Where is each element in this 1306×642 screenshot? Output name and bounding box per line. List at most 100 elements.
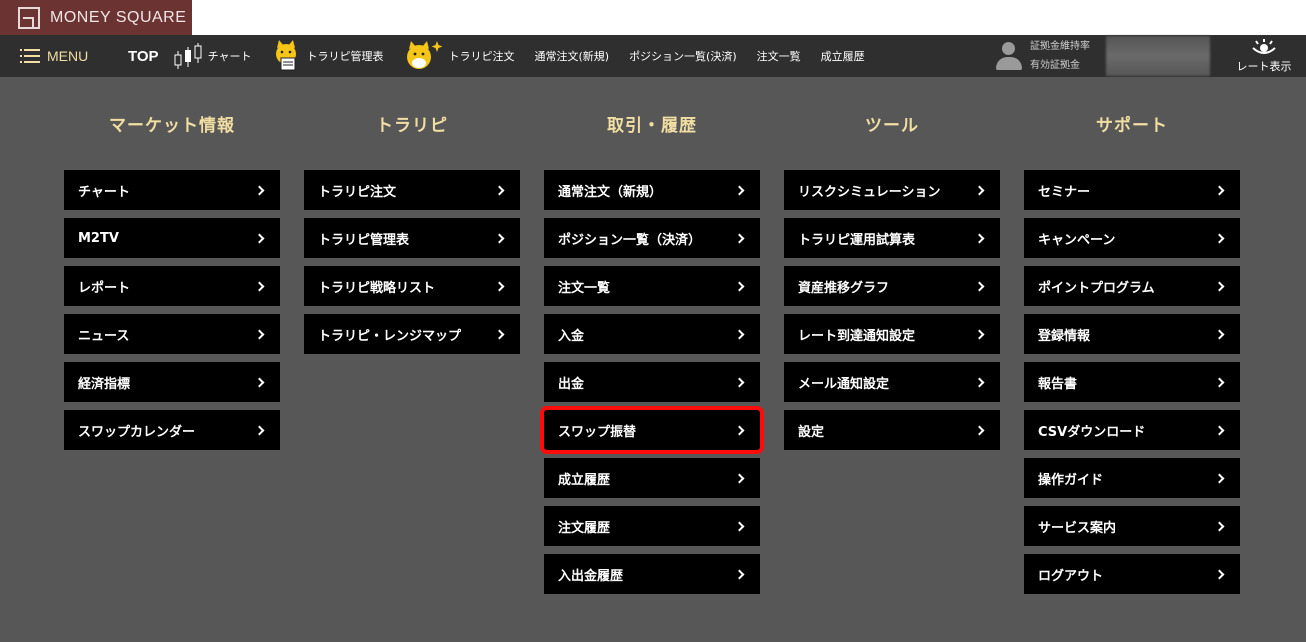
nav-position-list[interactable]: ポジション一覧(決済): [629, 35, 737, 77]
nav-trarepeat-management-label: トラリピ管理表: [306, 50, 384, 63]
menu-item-rate-alert-settings[interactable]: レート到達通知設定: [784, 314, 1000, 354]
menu-label: MENU: [47, 48, 89, 64]
menu-item-trarepeat-order[interactable]: トラリピ注文: [304, 170, 520, 210]
column-title: サポート: [1096, 116, 1168, 136]
user-avatar-icon: [994, 40, 1024, 72]
menu-button[interactable]: MENU: [0, 35, 112, 77]
chevron-right-icon: [1214, 329, 1225, 339]
menu-item-label: 経済指標: [78, 376, 131, 392]
nav-top-label: TOP: [128, 47, 159, 65]
menu-item-trarepeat-calculator[interactable]: トラリピ運用試算表: [784, 218, 1000, 258]
chevron-right-icon: [254, 281, 265, 291]
column-title: マーケット情報: [109, 116, 235, 136]
menu-item-label: ポジション一覧（決済）: [558, 232, 702, 248]
brand-logo[interactable]: MONEY SQUARE: [0, 0, 192, 35]
mascot-sparkle-icon: [403, 39, 443, 73]
chevron-right-icon: [974, 185, 985, 195]
menu-item-label: トラリピ・レンジマップ: [318, 328, 462, 344]
chevron-right-icon: [734, 473, 745, 483]
column-tools: ツール リスクシミュレーション トラリピ運用試算表 資産推移グラフ レート到達通…: [784, 114, 1000, 458]
chevron-right-icon: [974, 281, 985, 291]
menu-item-m2tv[interactable]: M2TV: [64, 218, 280, 258]
menu-item-asset-graph[interactable]: 資産推移グラフ: [784, 266, 1000, 306]
menu-item-order-list[interactable]: 注文一覧: [544, 266, 760, 306]
nav-position-list-label: ポジション一覧(決済): [629, 50, 737, 63]
column-market-info: マーケット情報 チャート M2TV レポート ニュース 経済指標 スワップカレン…: [64, 114, 280, 458]
nav-new-order[interactable]: 通常注文(新規): [534, 35, 609, 77]
menu-item-reports[interactable]: 報告書: [1024, 362, 1240, 402]
menu-item-operation-guide[interactable]: 操作ガイド: [1024, 458, 1240, 498]
menu-item-risk-simulation[interactable]: リスクシミュレーション: [784, 170, 1000, 210]
rate-display-button[interactable]: レート表示: [1222, 35, 1306, 77]
menu-item-chart[interactable]: チャート: [64, 170, 280, 210]
chevron-right-icon: [734, 185, 745, 195]
account-summary[interactable]: 証拠金維持率 有効証拠金: [994, 35, 1090, 77]
nav-order-list[interactable]: 注文一覧: [757, 35, 801, 77]
chevron-right-icon: [494, 233, 505, 243]
menu-item-swap-calendar[interactable]: スワップカレンダー: [64, 410, 280, 450]
menu-item-deposit[interactable]: 入金: [544, 314, 760, 354]
nav-chart[interactable]: チャート: [173, 35, 252, 77]
chevron-right-icon: [1214, 425, 1225, 435]
menu-item-label: サービス案内: [1038, 520, 1117, 536]
menu-item-economic-indicators[interactable]: 経済指標: [64, 362, 280, 402]
menu-item-mail-settings[interactable]: メール通知設定: [784, 362, 1000, 402]
effective-margin-label: 有効証拠金: [1030, 60, 1080, 71]
nav-trarepeat-management[interactable]: トラリピ管理表: [271, 35, 383, 77]
column-trarepeat: トラリピ トラリピ注文 トラリピ管理表 トラリピ戦略リスト トラリピ・レンジマッ…: [304, 114, 520, 362]
menu-item-swap-transfer[interactable]: スワップ振替: [540, 406, 764, 454]
chevron-right-icon: [734, 233, 745, 243]
menu-item-label: トラリピ戦略リスト: [318, 280, 436, 296]
nav-top[interactable]: TOP: [128, 35, 159, 77]
menu-item-news[interactable]: ニュース: [64, 314, 280, 354]
chevron-right-icon: [734, 281, 745, 291]
menu-item-seminar[interactable]: セミナー: [1024, 170, 1240, 210]
menu-item-order-history[interactable]: 注文履歴: [544, 506, 760, 546]
menu-item-trarepeat-range-map[interactable]: トラリピ・レンジマップ: [304, 314, 520, 354]
menu-item-point-program[interactable]: ポイントプログラム: [1024, 266, 1240, 306]
menu-item-label: 出金: [558, 376, 585, 392]
menu-item-label: ポイントプログラム: [1038, 280, 1155, 296]
chevron-right-icon: [1214, 233, 1225, 243]
menu-item-report[interactable]: レポート: [64, 266, 280, 306]
menu-item-settings[interactable]: 設定: [784, 410, 1000, 450]
chevron-right-icon: [494, 185, 505, 195]
chevron-right-icon: [1214, 377, 1225, 387]
menu-item-label: スワップ振替: [558, 424, 637, 440]
chevron-right-icon: [254, 425, 265, 435]
menu-item-label: レート到達通知設定: [798, 328, 916, 344]
chevron-right-icon: [494, 329, 505, 339]
menu-item-execution-history[interactable]: 成立履歴: [544, 458, 760, 498]
menu-item-trarepeat-management[interactable]: トラリピ管理表: [304, 218, 520, 258]
menu-item-campaign[interactable]: キャンペーン: [1024, 218, 1240, 258]
menu-item-label: リスクシミュレーション: [798, 184, 941, 200]
nav-order-list-label: 注文一覧: [756, 50, 801, 63]
chevron-right-icon: [974, 425, 985, 435]
margin-ratio-label: 証拠金維持率: [1030, 41, 1090, 52]
menu-item-service-guide[interactable]: サービス案内: [1024, 506, 1240, 546]
column-title: トラリピ: [376, 116, 448, 136]
menu-item-label: ログアウト: [1038, 568, 1104, 584]
nav-chart-label: チャート: [207, 50, 252, 63]
chevron-right-icon: [974, 377, 985, 387]
nav-execution-history[interactable]: 成立履歴: [821, 35, 865, 77]
menu-item-label: 入出金履歴: [558, 568, 624, 584]
chevron-right-icon: [494, 281, 505, 291]
menu-item-registration-info[interactable]: 登録情報: [1024, 314, 1240, 354]
chevron-right-icon: [734, 521, 745, 531]
menu-item-label: 注文一覧: [558, 280, 611, 296]
menu-item-label: M2TV: [78, 230, 119, 246]
menu-item-csv-download[interactable]: CSVダウンロード: [1024, 410, 1240, 450]
menu-item-position-list[interactable]: ポジション一覧（決済）: [544, 218, 760, 258]
menu-item-withdrawal[interactable]: 出金: [544, 362, 760, 402]
menu-item-label: 入金: [558, 328, 585, 344]
menu-item-deposit-withdrawal-history[interactable]: 入出金履歴: [544, 554, 760, 594]
chevron-right-icon: [1214, 521, 1225, 531]
nav-new-order-label: 通常注文(新規): [534, 50, 610, 63]
nav-trarepeat-order[interactable]: トラリピ注文: [403, 35, 514, 77]
menu-item-label: トラリピ管理表: [318, 232, 410, 248]
menu-item-trarepeat-strategy-list[interactable]: トラリピ戦略リスト: [304, 266, 520, 306]
menu-item-logout[interactable]: ログアウト: [1024, 554, 1240, 594]
menu-item-label: CSVダウンロード: [1038, 424, 1146, 440]
menu-item-new-order[interactable]: 通常注文（新規）: [544, 170, 760, 210]
